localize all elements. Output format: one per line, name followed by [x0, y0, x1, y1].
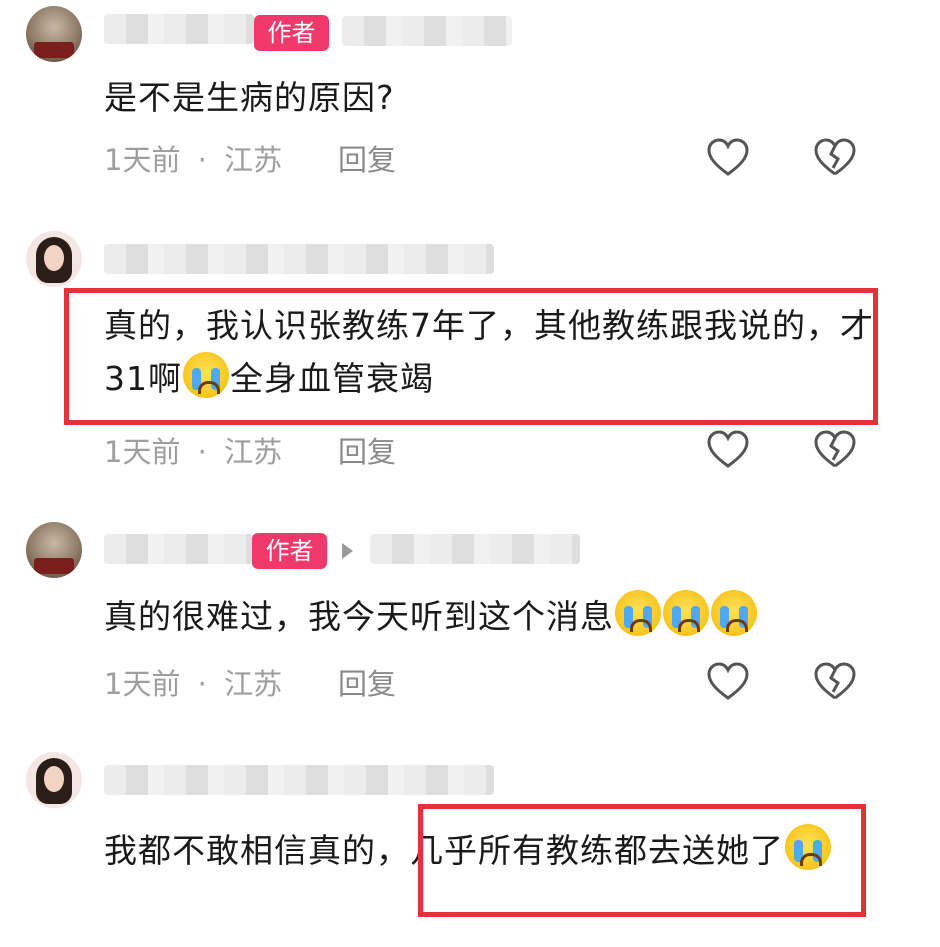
- blurred-username[interactable]: [104, 765, 494, 795]
- comment-meta: 1天前 · 江苏: [104, 432, 290, 472]
- loudly-crying-emoji-icon: [711, 590, 757, 636]
- comment-meta: 1天前 · 江苏: [104, 140, 290, 180]
- heart-icon[interactable]: [706, 430, 750, 470]
- blurred-username[interactable]: [104, 14, 254, 44]
- heart-icon[interactable]: [706, 662, 750, 702]
- location: 江苏: [224, 143, 283, 177]
- reply-button[interactable]: 回复: [338, 664, 396, 704]
- broken-heart-icon[interactable]: [813, 662, 857, 702]
- blurred-username[interactable]: [104, 534, 254, 564]
- heart-icon[interactable]: [706, 138, 750, 178]
- loudly-crying-emoji-icon: [615, 590, 661, 636]
- author-badge: 作者: [252, 533, 327, 569]
- comment-meta: 1天前 · 江苏: [104, 664, 290, 704]
- reply-arrow-icon: [342, 543, 353, 559]
- blurred-reply-target: [370, 534, 580, 564]
- reply-button[interactable]: 回复: [338, 432, 396, 472]
- blurred-reply-target: [342, 16, 512, 46]
- comment-text: 是不是生病的原因?: [104, 78, 395, 117]
- broken-heart-icon[interactable]: [813, 430, 857, 470]
- broken-heart-icon[interactable]: [813, 138, 857, 178]
- reply-button[interactable]: 回复: [338, 140, 396, 180]
- avatar[interactable]: [26, 6, 82, 62]
- timestamp: 1天前: [104, 435, 181, 469]
- loudly-crying-emoji-icon: [663, 590, 709, 636]
- comment-text-part1: 真的很难过，我今天听到这个消息: [104, 597, 614, 636]
- avatar[interactable]: [26, 522, 82, 578]
- author-badge: 作者: [254, 15, 329, 51]
- separator-dot: ·: [197, 143, 207, 177]
- location: 江苏: [224, 667, 283, 701]
- timestamp: 1天前: [104, 143, 181, 177]
- separator-dot: ·: [197, 435, 207, 469]
- timestamp: 1天前: [104, 667, 181, 701]
- blurred-username[interactable]: [104, 244, 494, 274]
- location: 江苏: [224, 435, 283, 469]
- highlight-box: [418, 804, 866, 917]
- comment-text: 真的很难过，我今天听到这个消息: [104, 590, 884, 643]
- avatar[interactable]: [26, 231, 82, 287]
- comment-text: 真的，我认识张教练7年了，其他教练跟我说的，才31啊 全身血管衰竭: [104, 300, 874, 405]
- separator-dot: ·: [197, 667, 207, 701]
- loudly-crying-emoji-icon: [183, 352, 229, 398]
- avatar[interactable]: [26, 752, 82, 808]
- comment-text-part2: 全身血管衰竭: [230, 359, 434, 398]
